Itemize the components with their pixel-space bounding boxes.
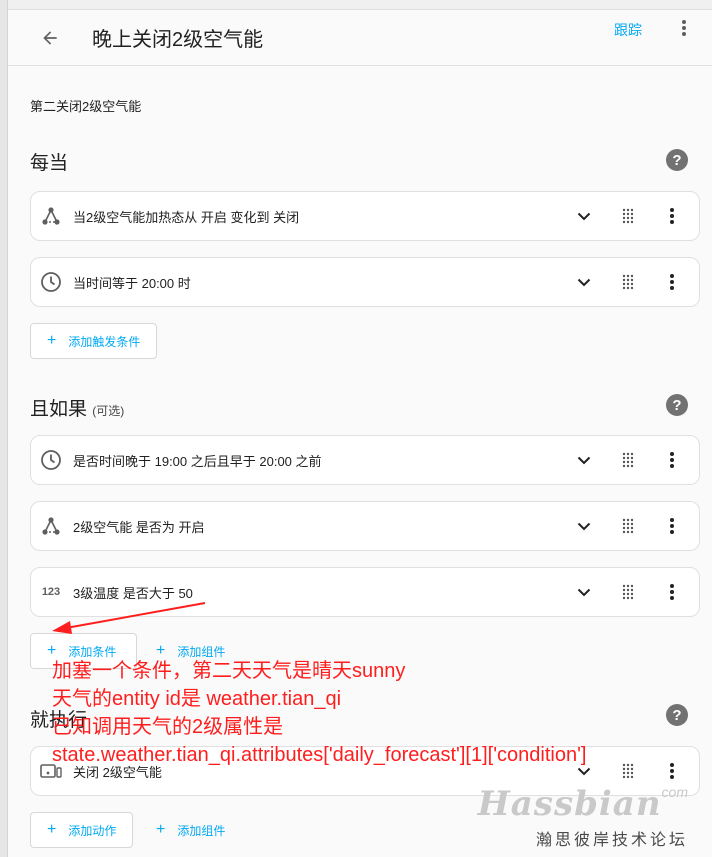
plus-icon: + bbox=[47, 821, 57, 838]
watermark-subtitle: 瀚思彼岸技术论坛 bbox=[535, 832, 688, 849]
drag-handle[interactable] bbox=[611, 754, 645, 788]
add-action-label: 添加动作 bbox=[68, 823, 117, 838]
expand-button[interactable] bbox=[567, 575, 601, 609]
condition-summary: 3级温度 是否大于 50 bbox=[73, 585, 193, 601]
card-menu-button[interactable] bbox=[655, 265, 689, 299]
condition-card[interactable]: 123 3级温度 是否大于 50 bbox=[30, 567, 700, 617]
drag-handle[interactable] bbox=[611, 443, 645, 477]
condition-card[interactable]: 是否时间晚于 19:00 之后且早于 20:00 之前 bbox=[30, 435, 700, 485]
more-vertical-icon bbox=[670, 452, 674, 468]
add-trigger-label: 添加触发条件 bbox=[68, 334, 141, 349]
more-vertical-icon bbox=[670, 274, 674, 290]
trigger-summary: 当时间等于 20:00 时 bbox=[73, 275, 191, 291]
clock-icon bbox=[39, 270, 63, 294]
drag-dots-icon bbox=[622, 274, 634, 290]
drag-handle[interactable] bbox=[611, 575, 645, 609]
chevron-down-icon bbox=[577, 456, 591, 464]
watermark: Hassbiancom 瀚思彼岸技术论坛 bbox=[478, 784, 688, 850]
expand-button[interactable] bbox=[567, 199, 601, 233]
condition-summary: 是否时间晚于 19:00 之后且早于 20:00 之前 bbox=[73, 453, 322, 469]
chevron-down-icon bbox=[577, 278, 591, 286]
optional-label: (可选) bbox=[92, 404, 125, 418]
watermark-suffix: com bbox=[661, 784, 688, 800]
drag-handle[interactable] bbox=[611, 509, 645, 543]
state-graph-icon bbox=[39, 204, 63, 228]
add-block-label: 添加组件 bbox=[177, 823, 226, 838]
trigger-summary: 当2级空气能加热态从 开启 变化到 关闭 bbox=[73, 209, 300, 225]
card-menu-button[interactable] bbox=[655, 754, 689, 788]
drag-dots-icon bbox=[622, 584, 634, 600]
annotation-line: state.weather.tian_qi.attributes['daily_… bbox=[52, 744, 587, 766]
clock-icon bbox=[39, 448, 63, 472]
drag-dots-icon bbox=[622, 763, 634, 779]
condition-summary: 2级空气能 是否为 开启 bbox=[73, 519, 205, 535]
drag-handle[interactable] bbox=[611, 265, 645, 299]
chevron-down-icon bbox=[577, 212, 591, 220]
more-vertical-icon bbox=[670, 584, 674, 600]
back-button[interactable] bbox=[30, 18, 70, 58]
annotation-line: 天气的entity id是 weather.tian_qi bbox=[52, 688, 342, 710]
drag-dots-icon bbox=[622, 208, 634, 224]
left-edge-strip bbox=[0, 0, 8, 857]
expand-button[interactable] bbox=[567, 265, 601, 299]
plus-icon: + bbox=[156, 821, 166, 838]
more-vertical-icon bbox=[670, 518, 674, 534]
automation-description: 第二关闭2级空气能 bbox=[30, 99, 142, 114]
state-graph-icon bbox=[39, 514, 63, 538]
watermark-brand: Hassbian bbox=[477, 784, 662, 824]
more-vertical-icon bbox=[670, 763, 674, 779]
help-icon[interactable]: ? bbox=[666, 149, 688, 171]
numeric-icon: 123 bbox=[41, 586, 61, 598]
conditions-title: 且如果 (可选) bbox=[30, 394, 124, 421]
expand-button[interactable] bbox=[567, 509, 601, 543]
help-icon[interactable]: ? bbox=[666, 704, 688, 726]
more-vertical-icon bbox=[670, 208, 674, 224]
chevron-down-icon bbox=[577, 522, 591, 530]
trigger-card[interactable]: 当时间等于 20:00 时 bbox=[30, 257, 700, 307]
add-action-block-button[interactable]: + 添加组件 bbox=[140, 812, 241, 848]
card-menu-button[interactable] bbox=[655, 443, 689, 477]
trigger-card[interactable]: 当2级空气能加热态从 开启 变化到 关闭 bbox=[30, 191, 700, 241]
expand-button[interactable] bbox=[567, 443, 601, 477]
page-title: 晚上关闭2级空气能 bbox=[92, 29, 264, 51]
annotation-line: 加塞一个条件，第二天天气是晴天sunny bbox=[52, 660, 406, 682]
more-vertical-icon bbox=[682, 20, 686, 36]
help-icon[interactable]: ? bbox=[666, 394, 688, 416]
drag-dots-icon bbox=[622, 518, 634, 534]
conditions-title-text: 且如果 bbox=[30, 399, 88, 420]
triggers-title: 每当 bbox=[30, 153, 69, 174]
overflow-menu-button[interactable] bbox=[670, 14, 698, 42]
plus-icon: + bbox=[47, 332, 57, 349]
condition-card[interactable]: 2级空气能 是否为 开启 bbox=[30, 501, 700, 551]
app-header: 晚上关闭2级空气能 bbox=[8, 10, 712, 66]
card-menu-button[interactable] bbox=[655, 199, 689, 233]
arrow-left-icon bbox=[43, 30, 57, 45]
add-action-button[interactable]: + 添加动作 bbox=[30, 812, 134, 848]
card-menu-button[interactable] bbox=[655, 575, 689, 609]
trace-button[interactable]: 跟踪 bbox=[614, 20, 642, 40]
card-menu-button[interactable] bbox=[655, 509, 689, 543]
drag-dots-icon bbox=[622, 452, 634, 468]
annotation-line: 已知调用天气的2级属性是 bbox=[52, 716, 284, 738]
drag-handle[interactable] bbox=[611, 199, 645, 233]
add-trigger-button[interactable]: + 添加触发条件 bbox=[30, 323, 158, 359]
top-bar bbox=[8, 0, 712, 10]
chevron-down-icon bbox=[577, 588, 591, 596]
